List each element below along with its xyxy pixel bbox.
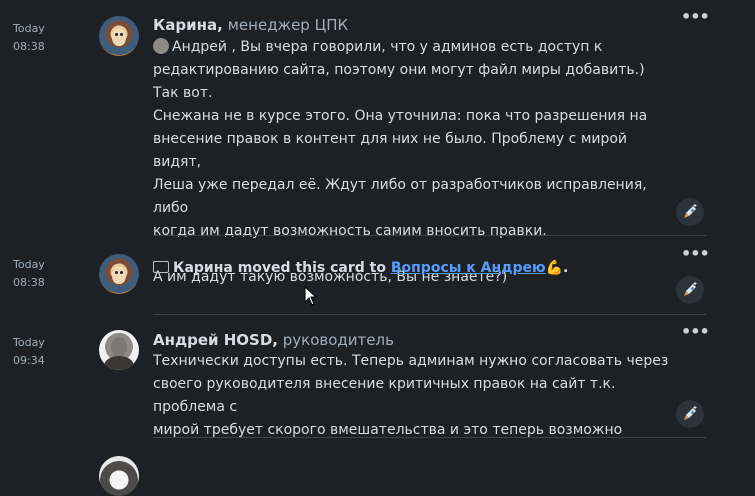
rocket-reaction-icon[interactable] (676, 400, 704, 428)
avatar[interactable] (99, 254, 139, 294)
avatar[interactable] (99, 330, 139, 370)
timestamp: Today 09:34 (13, 336, 45, 367)
comment-author: Карина, менеджер ЦПК (153, 15, 348, 35)
mention-name[interactable]: Андрей (172, 39, 227, 55)
card-icon (153, 261, 169, 273)
divider (153, 314, 706, 315)
divider (153, 235, 706, 236)
more-icon[interactable]: ••• (681, 9, 710, 25)
author-name[interactable]: Карина, (153, 16, 223, 34)
comment-author: Андрей HOSD, руководитель (153, 330, 394, 350)
rocket-reaction-icon[interactable] (676, 198, 704, 226)
move-action-text: Карина moved this card to Вопросы к Андр… (153, 258, 568, 278)
emoji: 💪 (545, 260, 564, 276)
timestamp: Today 08:38 (13, 258, 45, 289)
author-role: менеджер ЦПК (227, 16, 349, 34)
author-role: руководитель (282, 331, 394, 349)
rocket-reaction-icon[interactable] (676, 276, 704, 304)
avatar[interactable] (99, 16, 139, 56)
more-icon[interactable]: ••• (681, 324, 710, 340)
divider (153, 437, 706, 438)
avatar[interactable] (99, 456, 139, 496)
comment-text: Андрей , Вы вчера говорили, что у админо… (153, 38, 648, 285)
timestamp: Today 08:38 (13, 22, 45, 53)
list-link[interactable]: Вопросы к Андрею (391, 260, 546, 276)
more-icon[interactable]: ••• (681, 246, 710, 262)
author-name[interactable]: Андрей HOSD, (153, 331, 278, 349)
mention-avatar (153, 38, 169, 54)
mouse-cursor-icon (304, 286, 318, 306)
comment-text: Технически доступы есть. Теперь админам … (153, 353, 669, 438)
actor-name[interactable]: Карина (173, 260, 233, 276)
